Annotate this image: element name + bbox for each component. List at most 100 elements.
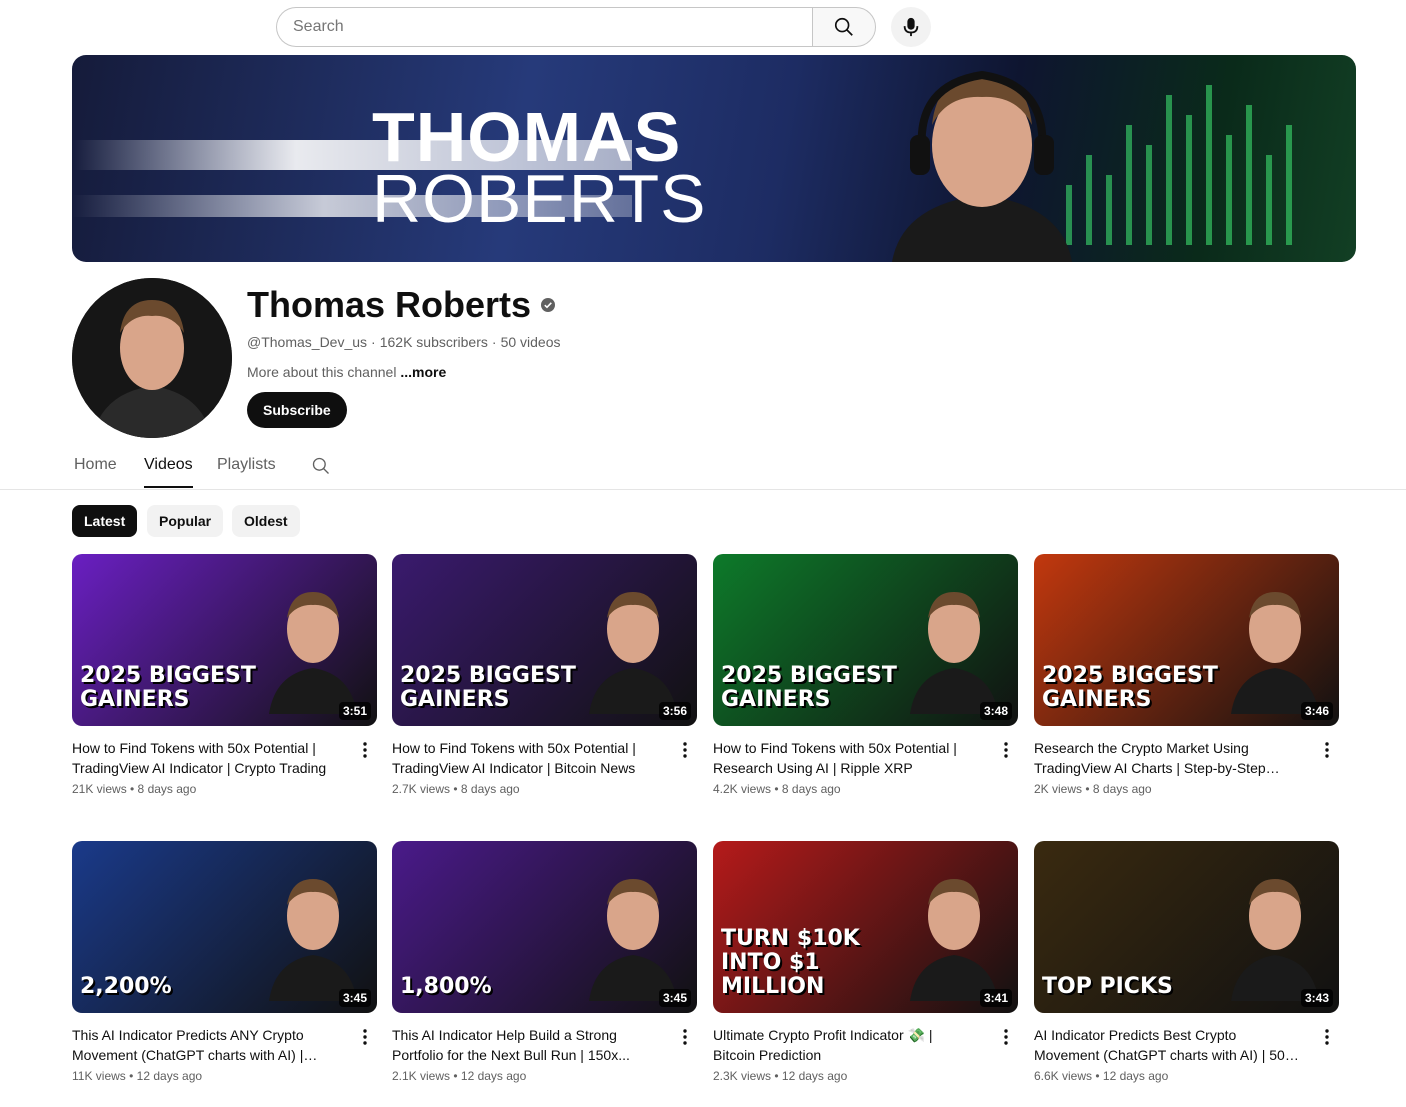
thumbnail-text: 2025 BIGGEST GAINERS: [1042, 663, 1218, 712]
video-meta: 6.6K views • 12 days ago: [1034, 1069, 1169, 1083]
more-vertical-icon: [1325, 1029, 1329, 1045]
thumbnail-text: 2025 BIGGEST GAINERS: [400, 663, 576, 712]
chip-oldest[interactable]: Oldest: [232, 505, 300, 537]
thumbnail-portrait: [589, 592, 677, 714]
video-meta: 2.3K views • 12 days ago: [713, 1069, 848, 1083]
search-icon: [312, 457, 329, 474]
more-vertical-icon: [1004, 742, 1008, 758]
video-meta: 2.1K views • 12 days ago: [392, 1069, 527, 1083]
more-vertical-icon: [683, 742, 687, 758]
video-duration: 3:41: [979, 989, 1012, 1007]
subscriber-count: 162K subscribers: [379, 334, 488, 350]
more-vertical-icon: [683, 1029, 687, 1045]
channel-tabs: Home Videos Playlists: [0, 448, 1406, 490]
video-menu-button[interactable]: [994, 1025, 1018, 1049]
video-card[interactable]: 2025 BIGGEST GAINERS 3:46 Research the Cry…: [1034, 554, 1339, 796]
search-input[interactable]: Search: [276, 7, 812, 47]
video-menu-button[interactable]: [994, 738, 1018, 762]
video-card[interactable]: 2025 BIGGEST GAINERS 3:51 How to Find Toke…: [72, 554, 377, 796]
chip-popular[interactable]: Popular: [147, 505, 224, 537]
channel-meta: @Thomas_Dev_us · 162K subscribers · 50 video…: [247, 334, 561, 350]
video-title[interactable]: How to Find Tokens with 50x Potential | …: [72, 738, 337, 778]
channel-avatar[interactable]: [72, 278, 232, 438]
video-card[interactable]: TURN $10K INTO $1 MILLION 3:41 Ultimate Cr…: [713, 841, 1018, 1083]
chip-latest[interactable]: Latest: [72, 505, 138, 537]
tab-home[interactable]: Home: [74, 456, 117, 474]
subscribe-button[interactable]: Subscribe: [247, 392, 347, 428]
active-tab-indicator: [144, 486, 193, 488]
video-thumbnail[interactable]: 2025 BIGGEST GAINERS 3:46: [1034, 554, 1339, 726]
video-thumbnail[interactable]: 2025 BIGGEST GAINERS 3:56: [392, 554, 697, 726]
more-link[interactable]: ...more: [400, 364, 446, 380]
video-menu-button[interactable]: [353, 1025, 377, 1049]
channel-search-button[interactable]: [311, 456, 331, 481]
thumbnail-text: 2025 BIGGEST GAINERS: [80, 663, 256, 712]
thumbnail-portrait: [589, 879, 677, 1001]
video-thumbnail[interactable]: 1,800% 3:45: [392, 841, 697, 1013]
video-menu-button[interactable]: [353, 738, 377, 762]
video-card[interactable]: 2025 BIGGEST GAINERS 3:48 How to Find Toke…: [713, 554, 1018, 796]
video-menu-button[interactable]: [1315, 738, 1339, 762]
tab-videos[interactable]: Videos: [144, 456, 193, 474]
channel-about-text: More about this channel: [247, 364, 397, 380]
thumbnail-portrait: [1231, 879, 1319, 1001]
video-meta: 11K views • 12 days ago: [72, 1069, 203, 1083]
microphone-icon: [903, 17, 919, 37]
video-duration: 3:51: [338, 702, 371, 720]
video-thumbnail[interactable]: 2,200% 3:45: [72, 841, 377, 1013]
video-card[interactable]: 2,200% 3:45 This AI Indicator Predicts ANY…: [72, 841, 377, 1083]
banner-portrait: [892, 70, 1072, 262]
channel-description[interactable]: More about this channel ...more: [247, 364, 446, 380]
video-title[interactable]: Ultimate Crypto Profit Indicator 💸 | Bit…: [713, 1025, 978, 1065]
video-menu-button[interactable]: [673, 738, 697, 762]
video-card[interactable]: 1,800% 3:45 This AI Indicator Help Build a…: [392, 841, 697, 1083]
video-thumbnail[interactable]: TURN $10K INTO $1 MILLION 3:41: [713, 841, 1018, 1013]
video-thumbnail[interactable]: 2025 BIGGEST GAINERS 3:48: [713, 554, 1018, 726]
video-meta: 2K views • 8 days ago: [1034, 782, 1152, 796]
video-title[interactable]: How to Find Tokens with 50x Potential | …: [392, 738, 657, 778]
thumbnail-text: 2025 BIGGEST GAINERS: [721, 663, 897, 712]
video-menu-button[interactable]: [673, 1025, 697, 1049]
video-count: 50 videos: [500, 334, 561, 350]
video-duration: 3:45: [658, 989, 691, 1007]
video-duration: 3:48: [979, 702, 1012, 720]
video-title[interactable]: AI Indicator Predicts Best Crypto Moveme…: [1034, 1025, 1299, 1065]
more-vertical-icon: [1325, 742, 1329, 758]
more-vertical-icon: [1004, 1029, 1008, 1045]
video-meta: 4.2K views • 8 days ago: [713, 782, 841, 796]
video-title[interactable]: This AI Indicator Predicts ANY Crypto Mo…: [72, 1025, 337, 1065]
top-bar: Search: [0, 0, 1406, 54]
channel-banner: THOMAS ROBERTS: [72, 55, 1356, 262]
search-button[interactable]: [812, 7, 876, 47]
video-duration: 3:45: [338, 989, 371, 1007]
search-icon: [834, 17, 853, 36]
video-thumbnail[interactable]: TOP PICKS 3:43: [1034, 841, 1339, 1013]
verified-badge-icon: [541, 298, 556, 312]
video-thumbnail[interactable]: 2025 BIGGEST GAINERS 3:51: [72, 554, 377, 726]
thumbnail-text: TOP PICKS: [1042, 974, 1173, 999]
video-title[interactable]: Research the Crypto Market Using Trading…: [1034, 738, 1299, 778]
video-card[interactable]: TOP PICKS 3:43 AI Indicator Predicts Best …: [1034, 841, 1339, 1083]
thumbnail-portrait: [910, 879, 998, 1001]
voice-search-button[interactable]: [891, 7, 931, 47]
more-vertical-icon: [363, 742, 367, 758]
thumbnail-portrait: [910, 592, 998, 714]
video-duration: 3:56: [658, 702, 691, 720]
channel-name-text: Thomas Roberts: [247, 284, 532, 325]
video-duration: 3:43: [1300, 989, 1333, 1007]
video-meta: 2.7K views • 8 days ago: [392, 782, 520, 796]
banner-title-last: ROBERTS: [372, 161, 707, 237]
thumbnail-portrait: [269, 592, 357, 714]
avatar-portrait: [72, 278, 232, 438]
video-title[interactable]: How to Find Tokens with 50x Potential | …: [713, 738, 978, 778]
video-menu-button[interactable]: [1315, 1025, 1339, 1049]
channel-name: Thomas Roberts: [247, 284, 556, 326]
thumbnail-text: 1,800%: [400, 974, 492, 999]
search-bar: Search: [276, 7, 876, 47]
video-title[interactable]: This AI Indicator Help Build a Strong Po…: [392, 1025, 657, 1065]
video-card[interactable]: 2025 BIGGEST GAINERS 3:56 How to Find Toke…: [392, 554, 697, 796]
video-meta: 21K views • 8 days ago: [72, 782, 197, 796]
tab-playlists[interactable]: Playlists: [217, 456, 276, 474]
thumbnail-text: TURN $10K INTO $1 MILLION: [721, 926, 860, 999]
channel-handle: @Thomas_Dev_us: [247, 334, 368, 350]
